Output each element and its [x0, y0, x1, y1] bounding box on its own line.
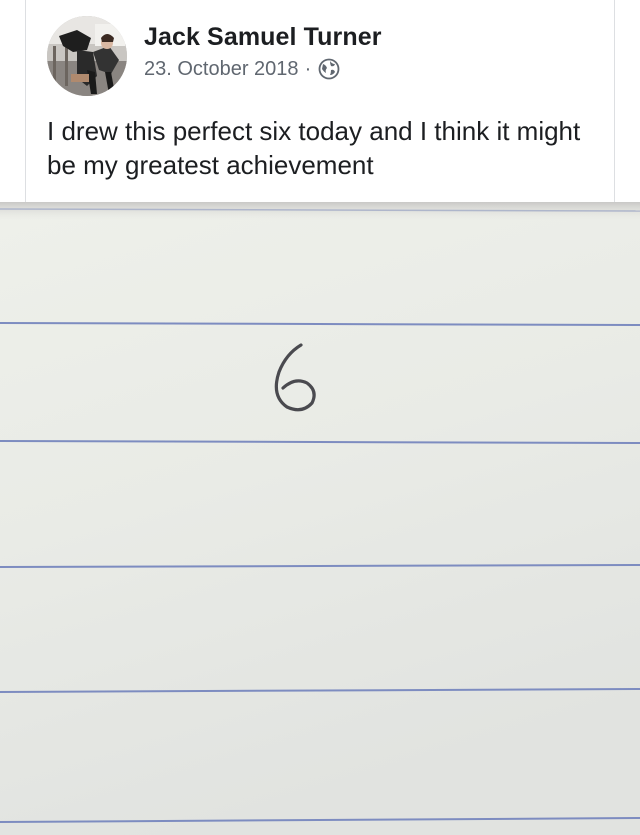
post-meta: Jack Samuel Turner 23. October 2018 ·: [144, 22, 382, 81]
author-name[interactable]: Jack Samuel Turner: [144, 22, 382, 52]
post-text: I drew this perfect six today and I thin…: [47, 116, 581, 180]
lined-paper-photo: [0, 202, 640, 835]
card-border-right: [614, 0, 615, 202]
globe-icon[interactable]: [318, 58, 340, 80]
separator-dot: ·: [304, 58, 312, 80]
card-border-left: [25, 0, 26, 202]
post-date[interactable]: 23. October 2018: [144, 57, 299, 81]
avatar[interactable]: [47, 16, 127, 96]
post-header: Jack Samuel Turner 23. October 2018 ·: [47, 16, 382, 96]
avatar-photo: [47, 16, 127, 96]
facebook-post: Jack Samuel Turner 23. October 2018 · I …: [0, 0, 640, 835]
post-photo[interactable]: [0, 202, 640, 835]
post-subline: 23. October 2018 ·: [144, 57, 382, 81]
